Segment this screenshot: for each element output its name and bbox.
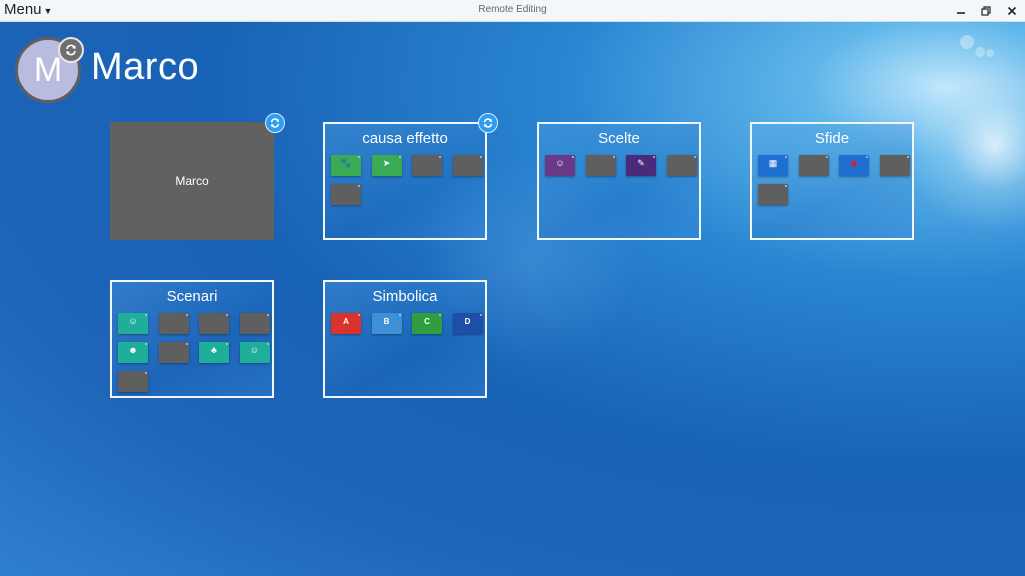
tile-title: Scelte (598, 130, 640, 147)
sync-icon (270, 118, 280, 128)
thumbnail-button[interactable]: D (452, 313, 483, 334)
thumbnail-button[interactable]: C (412, 313, 442, 334)
thumbnail-button[interactable] (879, 155, 910, 176)
thumbnail-button[interactable] (118, 371, 148, 392)
person-icon: ☺ (249, 345, 260, 355)
tile-causa-effetto-sync-button[interactable] (478, 113, 498, 133)
profile-header: M Marco (15, 37, 199, 103)
thumbnail-button[interactable] (758, 184, 788, 205)
item-indicator-dot (266, 314, 269, 316)
item-indicator-dot (226, 343, 228, 345)
minimize-button[interactable] (949, 0, 973, 22)
item-indicator-dot (479, 156, 482, 158)
thumbnail-button[interactable] (412, 155, 442, 176)
tile-causa-effetto[interactable]: causa effetto 🐾 ➤ (323, 122, 487, 240)
restore-icon (981, 6, 991, 16)
qr-code-icon: ▦ (768, 158, 778, 168)
thumbnail-button[interactable] (585, 155, 616, 176)
thumbnail-button[interactable] (158, 342, 189, 363)
tile-marco-label: Marco (175, 174, 209, 188)
thumbnail-button[interactable] (452, 155, 483, 176)
minimize-icon (957, 12, 965, 14)
restore-button[interactable] (974, 0, 998, 22)
item-indicator-dot (185, 314, 188, 316)
item-indicator-dot (226, 314, 228, 316)
avatar-letter: M (33, 50, 63, 89)
close-icon (1007, 6, 1017, 16)
scene-icon: ♣ (211, 345, 217, 355)
window-title: Remote Editing (478, 4, 547, 15)
thumbnail-button[interactable]: ☺ (239, 342, 270, 363)
thumbnail-button[interactable]: ♣ (199, 342, 229, 363)
letter-symbol: C (424, 317, 430, 326)
face-icon: ☻ (128, 345, 138, 355)
tile-sfide[interactable]: Sfide ▦ ◆ (750, 122, 914, 240)
thumbnail-button[interactable] (239, 313, 270, 334)
avatar[interactable]: M (15, 37, 84, 103)
item-indicator-dot (612, 156, 615, 158)
person-icon: ☺ (555, 158, 565, 168)
thumbnail-button[interactable]: ☻ (118, 342, 148, 363)
animal-picture-icon: 🐾 (340, 158, 352, 168)
red-shape-icon: ◆ (850, 158, 858, 168)
letter-symbol: A (343, 317, 349, 326)
item-indicator-dot (145, 343, 147, 345)
item-indicator-dot (185, 343, 188, 345)
thumbnail-button[interactable]: ➤ (371, 155, 402, 176)
tile-title: Sfide (814, 130, 850, 147)
tile-scenari[interactable]: Scenari ☺ ☻ ♣ ☺ (110, 280, 274, 398)
item-indicator-dot (145, 314, 147, 316)
sync-icon (483, 118, 493, 128)
letter-symbol: B (383, 317, 390, 326)
item-indicator-dot (439, 156, 441, 158)
tile-title: Simbolica (372, 288, 438, 305)
thumbnail-button[interactable] (798, 155, 829, 176)
item-indicator-dot (825, 156, 828, 158)
tile-simbolica[interactable]: Simbolica A B C D (323, 280, 487, 398)
thumbnail-button[interactable]: ☺ (118, 313, 148, 334)
thumbnail-button[interactable] (666, 155, 697, 176)
thumbnail-button[interactable] (331, 184, 361, 205)
item-indicator-dot (266, 343, 269, 345)
item-indicator-dot (358, 156, 360, 158)
thumbnail-button[interactable]: 🐾 (331, 155, 361, 176)
avatar-sync-button[interactable] (58, 37, 84, 63)
thumbnail-button[interactable]: ▦ (758, 155, 788, 176)
thumbnail-button[interactable]: ◆ (839, 155, 869, 176)
tile-title: Scenari (166, 288, 218, 305)
thumbnail-button[interactable]: B (371, 313, 402, 334)
tile-marco-sync-button[interactable] (265, 113, 285, 133)
item-indicator-dot (358, 185, 360, 187)
item-indicator-dot (145, 372, 147, 374)
person-icon: ☺ (128, 316, 138, 326)
item-indicator-dot (866, 156, 868, 158)
pencil-icon: ✎ (637, 158, 645, 168)
item-indicator-dot (572, 156, 574, 158)
letter-symbol: D (464, 317, 471, 326)
title-bar: Menu ▼ Remote Editing (0, 0, 1025, 22)
tile-marco[interactable]: Marco (110, 122, 274, 240)
item-indicator-dot (785, 156, 787, 158)
thumbnail-button[interactable] (158, 313, 189, 334)
thumbnail-button[interactable]: ☺ (545, 155, 575, 176)
thumbnail-button[interactable]: A (331, 313, 361, 334)
tile-scelte[interactable]: Scelte ☺ ✎ (537, 122, 701, 240)
item-indicator-dot (906, 156, 909, 158)
item-indicator-dot (358, 314, 360, 316)
item-indicator-dot (398, 156, 401, 158)
item-indicator-dot (785, 185, 787, 187)
close-button[interactable] (1000, 0, 1024, 22)
tile-title: causa effetto (362, 130, 448, 147)
item-indicator-dot (693, 156, 696, 158)
thumbnail-button[interactable]: ✎ (626, 155, 656, 176)
user-name: Marco (91, 45, 200, 88)
item-indicator-dot (653, 156, 655, 158)
thumbnail-button[interactable] (199, 313, 229, 334)
item-indicator-dot (479, 314, 482, 316)
sync-icon (66, 44, 76, 56)
item-indicator-dot (398, 314, 401, 316)
item-indicator-dot (439, 314, 441, 316)
pointer-picture-icon: ➤ (382, 158, 391, 168)
